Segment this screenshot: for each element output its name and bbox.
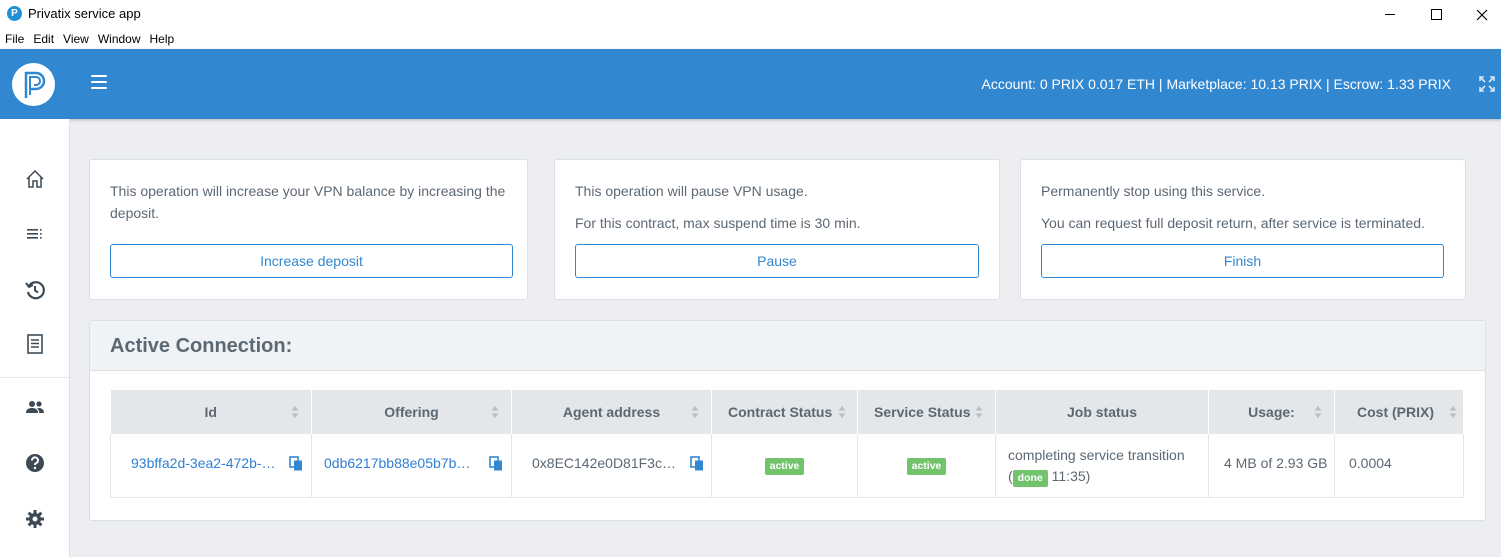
offering-link[interactable]: 0db6217bb88e05b7b… (324, 455, 470, 471)
column-header-offering[interactable]: Offering (311, 390, 512, 434)
service-status-badge: active (906, 458, 947, 475)
list-icon (26, 229, 42, 239)
contract-status-badge: active (764, 458, 805, 475)
expand-icon[interactable] (1479, 76, 1495, 92)
document-icon (26, 334, 43, 354)
finish-deposit-info: You can request full deposit return, aft… (1041, 215, 1425, 231)
privatix-logo[interactable] (12, 63, 55, 106)
menu-view[interactable]: View (58, 29, 93, 49)
column-header-contract-status[interactable]: Contract Status (711, 390, 858, 434)
job-status-time: 11:35) (1051, 468, 1091, 484)
column-header-job-status: Job status (995, 390, 1209, 434)
job-status-text: completing service transition (1008, 447, 1185, 463)
cell-contract-status: active (711, 434, 858, 498)
home-icon (25, 169, 44, 188)
agent-address: 0x8EC142e0D81F3c… (532, 455, 676, 471)
table-row: 93bffa2d-3ea2-472b-… 0db6217bb88e05b7b… … (110, 434, 1464, 498)
history-icon (24, 281, 45, 300)
sort-icon (838, 406, 846, 418)
sort-icon (691, 406, 699, 418)
minimize-icon (1385, 14, 1395, 15)
cost-value: 0.0004 (1349, 455, 1392, 471)
column-header-service-status[interactable]: Service Status (857, 390, 996, 434)
menu-help[interactable]: Help (145, 29, 179, 49)
account-balance-info: Account: 0 PRIX 0.017 ETH | Marketplace:… (981, 76, 1452, 92)
cell-cost: 0.0004 (1334, 434, 1464, 498)
increase-deposit-button[interactable]: Increase deposit (110, 244, 513, 278)
privatix-logo-icon (24, 71, 45, 98)
pause-description: This operation will pause VPN usage. (575, 183, 808, 199)
app-logo-icon: P (7, 6, 22, 21)
job-status-badge: done (1012, 470, 1048, 487)
cell-offering: 0db6217bb88e05b7b… (311, 434, 512, 498)
menu-bar: File Edit View Window Help (0, 29, 1501, 49)
close-button[interactable] (1459, 0, 1501, 29)
column-header-agent-address[interactable]: Agent address (511, 390, 712, 434)
sidebar (0, 119, 70, 557)
top-navbar: Account: 0 PRIX 0.017 ETH | Marketplace:… (0, 49, 1501, 119)
cell-job-status: completing service transition (done 11:3… (995, 434, 1209, 498)
active-connection-header: Active Connection: (90, 321, 1485, 371)
pause-card: This operation will pause VPN usage. For… (554, 159, 1000, 300)
window-title: Privatix service app (28, 6, 141, 21)
active-connection-title: Active Connection: (110, 335, 293, 357)
pause-suspend-info: For this contract, max suspend time is 3… (575, 215, 861, 231)
gear-icon (25, 510, 44, 528)
sidebar-item-help[interactable] (0, 443, 69, 483)
sort-icon (1449, 406, 1457, 418)
copy-icon[interactable] (289, 456, 303, 471)
table-header-row: Id Offering Agent address Contract Statu… (110, 390, 1464, 434)
finish-button[interactable]: Finish (1041, 244, 1444, 278)
copy-icon[interactable] (489, 456, 503, 471)
channel-id-link[interactable]: 93bffa2d-3ea2-472b-… (131, 455, 276, 471)
pause-button[interactable]: Pause (575, 244, 979, 278)
sidebar-item-history[interactable] (0, 270, 69, 310)
finish-description: Permanently stop using this service. (1041, 183, 1266, 199)
menu-window[interactable]: Window (93, 29, 145, 49)
sidebar-item-document[interactable] (0, 324, 69, 364)
menu-edit[interactable]: Edit (28, 29, 58, 49)
deposit-card: This operation will increase your VPN ba… (89, 159, 528, 300)
sidebar-item-users[interactable] (0, 387, 69, 427)
deposit-description: This operation will increase your VPN ba… (110, 183, 506, 221)
window-titlebar: P Privatix service app (0, 0, 1501, 29)
cell-service-status: active (857, 434, 996, 498)
cell-agent-address: 0x8EC142e0D81F3c… (511, 434, 712, 498)
maximize-icon (1430, 9, 1442, 20)
cell-id: 93bffa2d-3ea2-472b-… (110, 434, 312, 498)
copy-icon[interactable] (690, 456, 704, 471)
hamburger-icon[interactable] (91, 75, 107, 89)
help-icon (25, 454, 44, 472)
usage-value: 4 MB of 2.93 GB (1224, 455, 1328, 471)
sort-icon (1314, 406, 1322, 418)
cell-usage: 4 MB of 2.93 GB (1208, 434, 1335, 498)
connection-table: Id Offering Agent address Contract Statu… (110, 390, 1464, 498)
column-header-id[interactable]: Id (110, 390, 312, 434)
active-connection-card: Active Connection: Id Offering Agent add… (89, 320, 1486, 521)
menu-file[interactable]: File (0, 29, 28, 49)
users-icon (25, 401, 44, 413)
minimize-button[interactable] (1367, 0, 1413, 29)
sidebar-item-settings[interactable] (0, 499, 69, 539)
sidebar-divider (0, 377, 69, 378)
maximize-button[interactable] (1413, 0, 1459, 29)
column-header-cost[interactable]: Cost (PRIX) (1334, 390, 1464, 434)
sort-icon (291, 406, 299, 418)
sidebar-item-home[interactable] (0, 159, 69, 199)
column-header-usage[interactable]: Usage: (1208, 390, 1335, 434)
close-icon (1476, 9, 1488, 20)
finish-card: Permanently stop using this service. You… (1020, 159, 1466, 300)
sidebar-item-list[interactable] (0, 214, 69, 254)
sort-icon (975, 406, 983, 418)
sort-icon (491, 406, 499, 418)
